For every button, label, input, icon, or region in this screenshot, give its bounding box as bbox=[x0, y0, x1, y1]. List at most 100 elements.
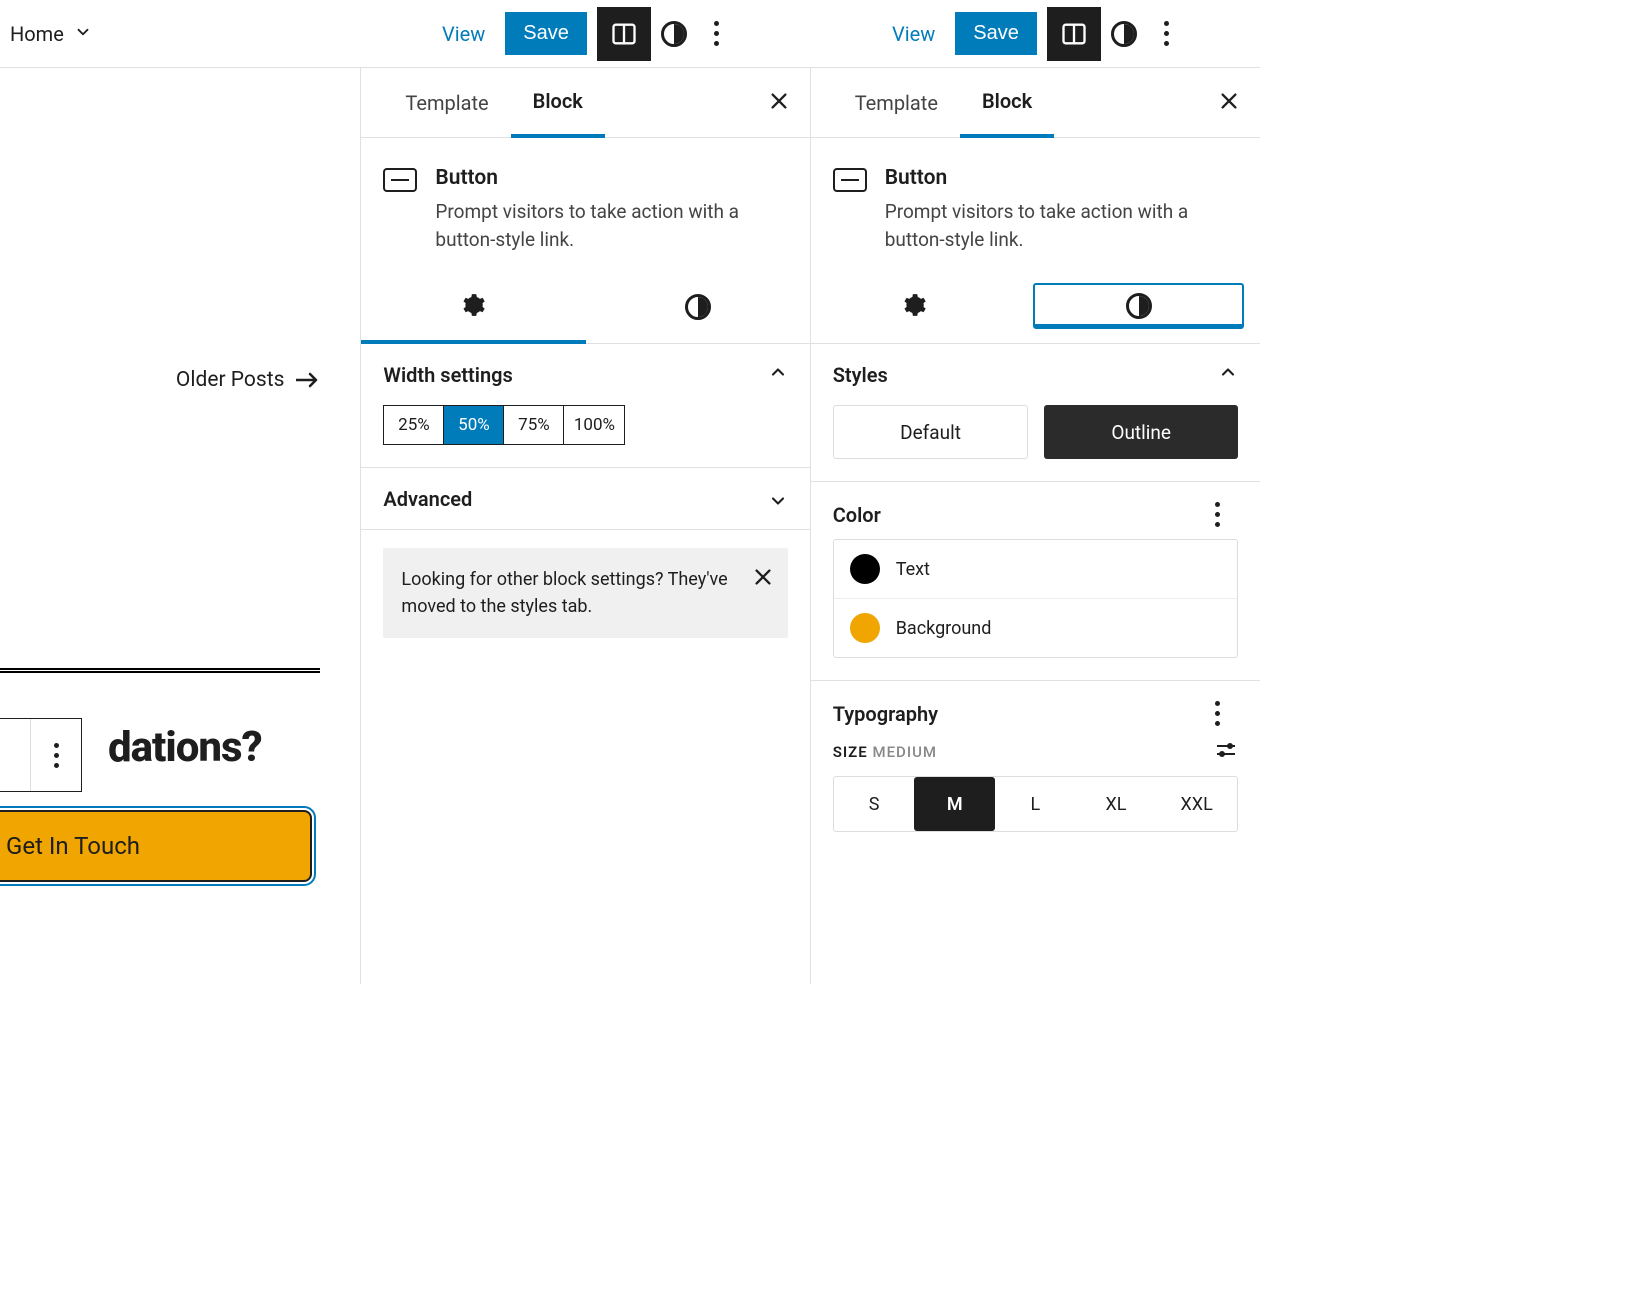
inspector-sidebar-settings: Template Block Button Prompt visitors to… bbox=[361, 68, 810, 984]
gear-icon bbox=[460, 292, 486, 322]
color-text-row[interactable]: Text bbox=[834, 540, 1237, 598]
block-title: Button bbox=[435, 166, 787, 190]
swatch-background bbox=[850, 613, 880, 643]
subtab-styles[interactable] bbox=[1033, 283, 1244, 329]
toolbar-group-2: View Save bbox=[882, 7, 1187, 61]
close-icon bbox=[768, 90, 790, 112]
contrast-icon bbox=[1126, 293, 1152, 319]
notice-text: Looking for other block settings? They'v… bbox=[401, 569, 727, 617]
more-vert-icon bbox=[36, 743, 76, 768]
width-50[interactable]: 50% bbox=[444, 406, 504, 444]
typography-panel-menu[interactable] bbox=[1198, 701, 1238, 726]
gear-icon bbox=[901, 292, 927, 322]
width-75[interactable]: 75% bbox=[504, 406, 564, 444]
sidebar-toggle-button[interactable] bbox=[1047, 7, 1101, 61]
sliders-icon bbox=[1214, 738, 1238, 762]
panel-title: Color bbox=[833, 503, 881, 527]
advanced-panel: Advanced bbox=[361, 468, 809, 530]
size-m[interactable]: M bbox=[914, 777, 995, 831]
settings-moved-notice: Looking for other block settings? They'v… bbox=[383, 548, 787, 638]
get-in-touch-button[interactable]: Get In Touch bbox=[0, 810, 312, 882]
tab-block[interactable]: Block bbox=[511, 69, 605, 138]
subtab-settings[interactable] bbox=[361, 271, 585, 343]
chevron-down-icon bbox=[768, 486, 788, 511]
save-button[interactable]: Save bbox=[955, 12, 1037, 55]
view-button[interactable]: View bbox=[432, 16, 495, 52]
block-title: Button bbox=[885, 166, 1238, 190]
panel-toggle-styles[interactable]: Styles bbox=[811, 344, 1260, 405]
panel-toggle-width[interactable]: Width settings bbox=[361, 344, 809, 405]
older-posts-link[interactable]: Older Posts bbox=[176, 368, 321, 392]
home-dropdown[interactable]: Home bbox=[0, 22, 102, 46]
styles-icon[interactable] bbox=[661, 21, 687, 47]
color-text-label: Text bbox=[896, 559, 930, 580]
styles-panel: Styles Default Outline bbox=[811, 344, 1260, 482]
home-label: Home bbox=[10, 22, 64, 46]
style-variant-default[interactable]: Default bbox=[833, 405, 1029, 459]
font-size-group: S M L XL XXL bbox=[833, 776, 1238, 832]
color-list: Text Background bbox=[833, 539, 1238, 658]
contrast-icon bbox=[685, 294, 711, 320]
dismiss-notice-button[interactable] bbox=[752, 566, 774, 596]
block-toolbar bbox=[0, 718, 82, 792]
inspector-subtabs bbox=[361, 271, 809, 344]
inspector-tabs: Template Block bbox=[811, 68, 1260, 138]
width-100[interactable]: 100% bbox=[564, 406, 624, 444]
panel-title: Width settings bbox=[383, 363, 512, 387]
color-background-row[interactable]: Background bbox=[834, 598, 1237, 657]
color-panel: Color Text Background bbox=[811, 482, 1260, 681]
close-icon bbox=[1218, 90, 1240, 112]
block-header: Button Prompt visitors to take action wi… bbox=[811, 138, 1260, 271]
color-panel-menu[interactable] bbox=[1198, 502, 1238, 527]
style-variant-outline[interactable]: Outline bbox=[1044, 405, 1238, 459]
panel-icon bbox=[610, 20, 638, 48]
save-button[interactable]: Save bbox=[505, 12, 587, 55]
more-menu-button[interactable] bbox=[1147, 21, 1187, 46]
button-label: Get In Touch bbox=[6, 832, 140, 860]
panel-toggle-advanced[interactable]: Advanced bbox=[361, 468, 809, 529]
size-l[interactable]: L bbox=[995, 777, 1076, 831]
width-25[interactable]: 25% bbox=[384, 406, 444, 444]
close-icon bbox=[752, 566, 774, 588]
view-button[interactable]: View bbox=[882, 16, 945, 52]
size-label: SIZE MEDIUM bbox=[833, 743, 937, 761]
chevron-down-icon bbox=[74, 22, 92, 46]
editor-canvas: Older Posts dations? Get In Touch bbox=[0, 68, 361, 984]
block-description: Prompt visitors to take action with a bu… bbox=[885, 198, 1238, 253]
tab-template[interactable]: Template bbox=[383, 68, 510, 137]
size-s[interactable]: S bbox=[834, 777, 915, 831]
chevron-up-icon bbox=[768, 362, 788, 387]
panel-title: Advanced bbox=[383, 487, 472, 511]
top-bar: Home View Save View Save bbox=[0, 0, 1260, 68]
close-sidebar-button[interactable] bbox=[1218, 90, 1240, 116]
older-posts-label: Older Posts bbox=[176, 368, 285, 392]
tab-block[interactable]: Block bbox=[960, 69, 1054, 138]
more-menu-button[interactable] bbox=[697, 21, 737, 46]
button-block-icon bbox=[383, 168, 417, 192]
toolbar-group-1: View Save bbox=[432, 7, 737, 61]
sidebar-toggle-button[interactable] bbox=[597, 7, 651, 61]
size-xl[interactable]: XL bbox=[1076, 777, 1157, 831]
toolbar-cell[interactable] bbox=[0, 719, 31, 791]
chevron-up-icon bbox=[1218, 362, 1238, 387]
toolbar-more-button[interactable] bbox=[31, 719, 81, 791]
button-block-icon bbox=[833, 168, 867, 192]
heading-fragment: dations? bbox=[108, 723, 262, 772]
typography-panel: Typography SIZE MEDIUM bbox=[811, 681, 1260, 852]
width-settings-panel: Width settings 25% 50% 75% 100% bbox=[361, 344, 809, 468]
styles-icon[interactable] bbox=[1111, 21, 1137, 47]
block-header: Button Prompt visitors to take action wi… bbox=[361, 138, 809, 271]
inspector-sidebar-styles: Template Block Button Prompt visitors to… bbox=[811, 68, 1260, 984]
swatch-text bbox=[850, 554, 880, 584]
block-description: Prompt visitors to take action with a bu… bbox=[435, 198, 787, 253]
size-xxl[interactable]: XXL bbox=[1156, 777, 1237, 831]
custom-size-button[interactable] bbox=[1214, 738, 1238, 766]
width-button-group: 25% 50% 75% 100% bbox=[383, 405, 625, 445]
tab-template[interactable]: Template bbox=[833, 68, 960, 137]
arrow-right-icon bbox=[296, 372, 320, 388]
color-background-label: Background bbox=[896, 618, 992, 639]
panel-title: Styles bbox=[833, 363, 888, 387]
subtab-styles[interactable] bbox=[586, 271, 810, 343]
close-sidebar-button[interactable] bbox=[768, 90, 790, 116]
subtab-settings[interactable] bbox=[811, 271, 1018, 343]
